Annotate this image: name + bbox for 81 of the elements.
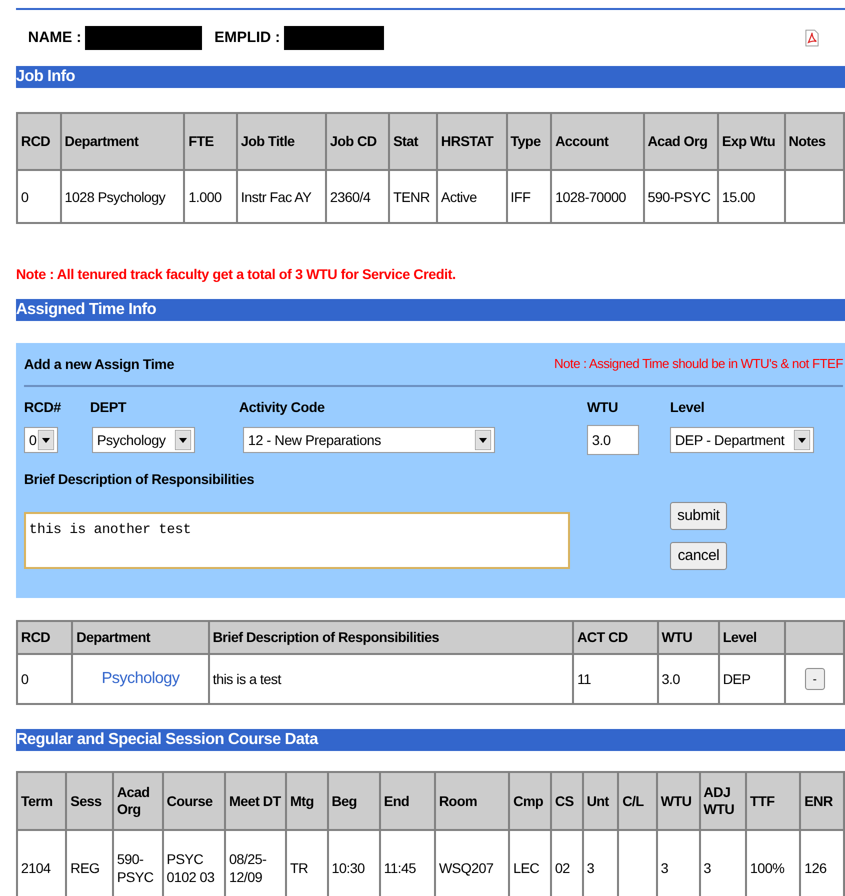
dropdown-arrow-icon bbox=[175, 430, 191, 450]
table-cell: IFF bbox=[506, 170, 552, 223]
dropdown-arrow-icon bbox=[38, 430, 54, 450]
column-header: Job CD bbox=[326, 113, 390, 170]
dropdown[interactable]: 12 - New Preparations bbox=[243, 427, 495, 453]
column-header: ENR bbox=[800, 772, 844, 830]
table-cell: DEP bbox=[718, 654, 785, 704]
table-cell: this is a test bbox=[208, 654, 574, 704]
column-header: Beg bbox=[328, 772, 380, 830]
cancel-button[interactable]: cancel bbox=[670, 542, 727, 570]
table-cell: Instr Fac AY bbox=[236, 170, 326, 223]
column-header: TTF bbox=[746, 772, 800, 830]
column-header: Level bbox=[718, 621, 785, 654]
form-title: Add a new Assign Time bbox=[24, 354, 174, 374]
table-cell: 0 bbox=[17, 170, 61, 223]
column-header: Mtg bbox=[286, 772, 328, 830]
field-label: Level bbox=[670, 398, 704, 417]
column-header: Term bbox=[17, 772, 66, 830]
submit-button[interactable]: submit bbox=[670, 502, 727, 530]
column-header: Exp Wtu bbox=[718, 113, 785, 170]
dropdown[interactable]: 0 bbox=[24, 427, 58, 453]
table-cell: 3.0 bbox=[658, 654, 719, 704]
description-text-area[interactable]: this is another test bbox=[24, 512, 570, 569]
column-header: HRSTAT bbox=[437, 113, 507, 170]
note-text: Note : All tenured track faculty get a total of 3 WTU for Service Credit. bbox=[16, 265, 457, 284]
column-header: ACT CD bbox=[573, 621, 658, 654]
dropdown-arrow-icon bbox=[475, 430, 491, 450]
column-header: ADJ WTU bbox=[700, 772, 746, 830]
field-label: Brief Description of Responsibilities bbox=[24, 470, 256, 489]
table-cell: 15.00 bbox=[718, 170, 785, 223]
section-header-bar: Job Info bbox=[16, 66, 845, 88]
table-cell: 2104 bbox=[17, 830, 66, 896]
table-cell: 0 bbox=[17, 654, 72, 704]
column-header: Unt bbox=[582, 772, 618, 830]
field-label: DEPT bbox=[90, 398, 126, 417]
table-cell: 1.000 bbox=[184, 170, 237, 223]
column-header: WTU bbox=[656, 772, 700, 830]
column-header: Account bbox=[551, 113, 644, 170]
pdf-icon[interactable] bbox=[805, 29, 819, 47]
field-label: RCD# bbox=[24, 398, 61, 417]
section-header-bar: Assigned Time Info bbox=[16, 299, 845, 321]
column-header: Cmp bbox=[509, 772, 551, 830]
table-cell: Active bbox=[437, 170, 507, 223]
dropdown-arrow-icon bbox=[794, 430, 810, 450]
column-header: RCD bbox=[17, 621, 72, 654]
emplid-label: EMPLID : bbox=[214, 28, 280, 48]
department-link[interactable]: Psychology bbox=[102, 670, 180, 687]
column-header: Notes bbox=[784, 113, 844, 170]
dropdown[interactable]: Psychology bbox=[92, 427, 195, 453]
column-header: Acad Org bbox=[644, 113, 718, 170]
column-header: End bbox=[380, 772, 435, 830]
column-header: Sess bbox=[66, 772, 113, 830]
column-header: Meet DT bbox=[225, 772, 286, 830]
table-cell: TENR bbox=[389, 170, 438, 223]
column-header: Course bbox=[162, 772, 226, 830]
column-header: C/L bbox=[618, 772, 657, 830]
column-header: Acad Org bbox=[112, 772, 163, 830]
column-header: FTE bbox=[184, 113, 237, 170]
section-header-bar: Regular and Special Session Course Data bbox=[16, 729, 845, 751]
name-label: NAME : bbox=[28, 28, 82, 48]
table-cell: 1028-70000 bbox=[551, 170, 644, 223]
column-header: Job Title bbox=[236, 113, 326, 170]
column-header: Stat bbox=[389, 113, 438, 170]
remove-button[interactable]: - bbox=[804, 668, 824, 690]
note-text: Note : Assigned Time should be in WTU's & not FTEF bbox=[554, 355, 843, 374]
column-header: Type bbox=[506, 113, 552, 170]
column-header: Department bbox=[60, 113, 184, 170]
column-header: WTU bbox=[658, 621, 719, 654]
column-header: Department bbox=[72, 621, 209, 654]
dropdown[interactable]: DEP - Department bbox=[670, 427, 814, 453]
column-header: Room bbox=[434, 772, 510, 830]
field-label: WTU bbox=[587, 398, 618, 417]
table-cell: 2360/4 bbox=[326, 170, 390, 223]
column-header: Brief Description of Responsibilities bbox=[208, 621, 574, 654]
table-cell: 11 bbox=[573, 654, 658, 704]
table-cell: 590-PSYC bbox=[644, 170, 718, 223]
column-header: RCD bbox=[17, 113, 61, 170]
table-cell: 1028 Psychology bbox=[60, 170, 184, 223]
field-label: Activity Code bbox=[239, 398, 325, 417]
column-header: CS bbox=[551, 772, 583, 830]
wtu-input-field[interactable]: 3.0 bbox=[587, 425, 639, 455]
